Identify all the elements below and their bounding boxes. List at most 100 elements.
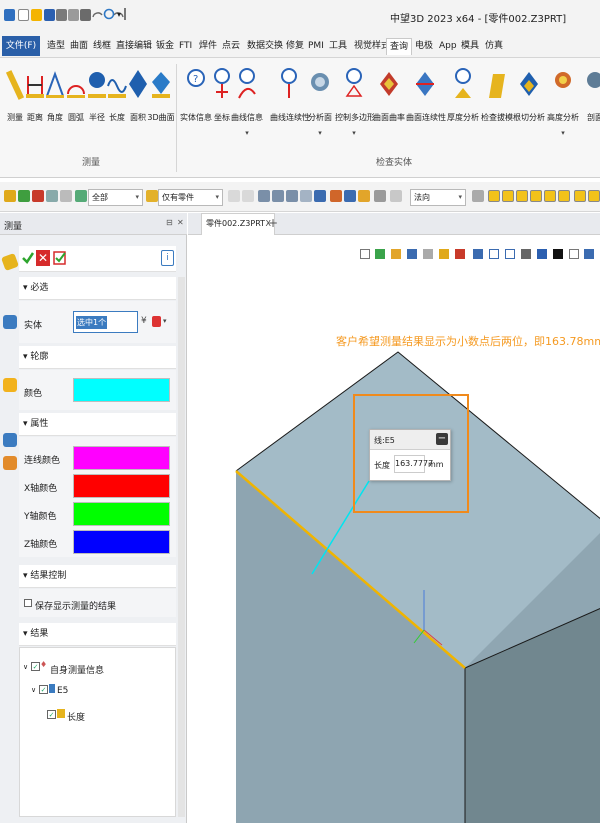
chevron-down-icon[interactable]: ▾ [341, 129, 367, 137]
menu-app[interactable]: App [436, 38, 460, 55]
toolbar-icon[interactable] [330, 190, 342, 202]
section-button[interactable]: 剖面 [582, 64, 600, 123]
toolbar-icon[interactable] [314, 190, 326, 202]
menu-query[interactable]: 查询 [386, 38, 413, 55]
level-icon[interactable] [75, 190, 87, 202]
menu-data-exchange[interactable]: 数据交换 [244, 38, 286, 55]
close-icon[interactable]: ✕ [177, 218, 184, 227]
menu-pmi[interactable]: PMI [305, 38, 327, 55]
chevron-down-icon[interactable]: ▾ [163, 317, 167, 325]
menu-simulation[interactable]: 仿真 [482, 38, 506, 55]
select-icon[interactable] [4, 190, 16, 202]
assembly-icon[interactable] [3, 433, 17, 447]
thickness-analysis-button[interactable]: 厚度分析 [447, 64, 479, 123]
curve-info-button[interactable]: 曲线信息 ▾ [231, 64, 263, 137]
add-icon[interactable] [18, 190, 30, 202]
snap-icon[interactable] [558, 190, 570, 202]
part-filter-icon[interactable] [146, 190, 158, 202]
app-logo-icon[interactable] [4, 9, 15, 21]
cancel-icon[interactable]: ✕ [36, 250, 50, 266]
z-axis-color-swatch[interactable] [73, 530, 170, 554]
section-outline-header[interactable]: ▾ 轮廓 [19, 346, 176, 369]
toolbar-icon[interactable] [344, 190, 356, 202]
toolbar-icon[interactable] [272, 190, 284, 202]
section-properties-header[interactable]: ▾ 属性 [19, 413, 176, 436]
menu-point-cloud[interactable]: 点云 [219, 38, 243, 55]
surface-curvature-button[interactable]: 曲面曲率 [373, 64, 405, 123]
tab-part002[interactable]: 零件002.Z3PRT X [201, 213, 275, 235]
measure-result-box[interactable]: 线:E5 − 长度 163.7777 mm [369, 429, 451, 481]
add-tab-button[interactable]: + [268, 216, 278, 230]
manager-icon[interactable] [3, 315, 17, 329]
direction-combo[interactable]: 法向 ▾ [410, 189, 466, 206]
ok-icon[interactable] [21, 251, 35, 265]
toolbar-icon[interactable] [358, 190, 370, 202]
toolbar-icon[interactable] [242, 190, 254, 202]
snap-icon[interactable] [488, 190, 500, 202]
toolbar-icon[interactable] [286, 190, 298, 202]
save-icon[interactable] [44, 9, 55, 21]
filter-icon[interactable] [46, 190, 58, 202]
snap-icon[interactable] [516, 190, 528, 202]
analyze-face-button[interactable]: 分析面 ▾ [307, 64, 333, 137]
print-icon[interactable] [68, 9, 79, 21]
snap-icon[interactable] [588, 190, 600, 202]
line-color-swatch[interactable] [73, 446, 170, 470]
3d-surface-button[interactable]: 3D曲面 [147, 64, 175, 123]
tree-checkbox[interactable]: ✓ [31, 662, 40, 671]
chevron-down-icon[interactable]: ▾ [234, 129, 260, 137]
surface-continuity-button[interactable]: 曲面连续性 [406, 64, 446, 123]
part-model[interactable] [188, 235, 600, 823]
new-file-icon[interactable] [18, 9, 29, 21]
3d-viewport[interactable]: 客户希望测量结果显示为小数点后两位，即163.78mm 线:E5 − 长度 16… [188, 235, 600, 823]
part-icon[interactable] [3, 378, 17, 392]
menu-file[interactable]: 文件(F) [2, 36, 40, 56]
toolbar-icon[interactable] [228, 190, 240, 202]
section-required-header[interactable]: ▾ 必选 [19, 277, 176, 300]
undercut-analysis-button[interactable]: 根切分析 [513, 64, 545, 123]
filter-arrow-icon[interactable]: ¥ [141, 316, 147, 326]
entity-field[interactable]: 选中1个 [73, 311, 138, 333]
tree-item-length[interactable]: 长度 [67, 710, 85, 723]
height-analysis-button[interactable]: 高度分析 ▾ [547, 64, 579, 137]
menu-fti[interactable]: FTI [176, 38, 195, 55]
outline-color-swatch[interactable] [73, 378, 170, 402]
tree-item-self-measure[interactable]: 自身测量信息 [50, 663, 104, 676]
toolbar-icon[interactable] [472, 190, 484, 202]
snap-icon[interactable] [574, 190, 586, 202]
menu-sheet-metal[interactable]: 钣金 [153, 38, 177, 55]
menu-electrode[interactable]: 电极 [412, 38, 436, 55]
toolbar-icon[interactable] [258, 190, 270, 202]
keep-results-checkbox[interactable] [24, 599, 32, 607]
open-file-icon[interactable] [31, 9, 42, 21]
pick-icon[interactable] [60, 190, 72, 202]
section-results-header[interactable]: ▾ 结果 [19, 623, 176, 646]
remove-icon[interactable] [32, 190, 44, 202]
menu-weldment[interactable]: 焊件 [196, 38, 220, 55]
menu-wireframe[interactable]: 线框 [90, 38, 114, 55]
menu-modeling[interactable]: 造型 [44, 38, 68, 55]
pick-entity-icon[interactable] [152, 316, 161, 327]
apply-icon[interactable] [52, 250, 68, 266]
check-draft-button[interactable]: 检查拔模 [481, 64, 513, 123]
toolbar-icon[interactable] [390, 190, 402, 202]
quick-access-dropdown-icon[interactable]: ▾ [117, 10, 121, 19]
panel-scrollbar[interactable] [178, 277, 185, 817]
toolbar-icon[interactable] [300, 190, 312, 202]
chevron-down-icon[interactable]: ▾ [307, 129, 333, 137]
ruler-icon[interactable] [1, 253, 19, 271]
snap-icon[interactable] [544, 190, 556, 202]
tree-expand-icon[interactable]: ∨ [23, 663, 28, 671]
curve-continuity-button[interactable]: 曲线连续性 [270, 64, 310, 123]
refresh-icon[interactable] [103, 7, 115, 21]
menu-surface[interactable]: 曲面 [67, 38, 91, 55]
info-icon[interactable]: i [161, 250, 174, 266]
view-icon[interactable] [3, 456, 17, 470]
filter-combo[interactable]: 全部 ▾ [88, 189, 143, 206]
menu-repair[interactable]: 修复 [283, 38, 307, 55]
tree-checkbox[interactable]: ✓ [47, 710, 56, 719]
scope-combo[interactable]: 仅有零件 ▾ [158, 189, 223, 206]
snap-icon[interactable] [530, 190, 542, 202]
save-as-icon[interactable] [56, 9, 67, 21]
x-axis-color-swatch[interactable] [73, 474, 170, 498]
